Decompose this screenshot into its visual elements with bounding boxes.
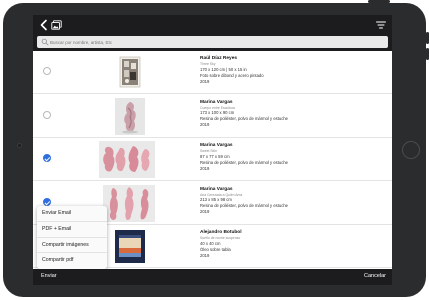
search-input[interactable] (50, 36, 380, 48)
artwork-thumbnail (115, 97, 145, 135)
cancel-button[interactable]: Cancelar (364, 273, 386, 279)
artwork-thumbnail (119, 56, 141, 88)
share-option-pdf-email[interactable]: PDF + Email (37, 222, 107, 238)
artwork-year: 2019 (200, 209, 210, 214)
share-menu: Enviar Email PDF + Email Compartir imáge… (37, 206, 107, 269)
top-hardware-button (368, 0, 390, 3)
share-option-send-email[interactable]: Enviar Email (37, 206, 107, 222)
artwork-info: Raúl Díaz Reyes Three Sky 170 x 120 cm |… (200, 56, 385, 85)
artwork-row[interactable]: Marina Vargas Sweet Skin 87 x 77 x 59 cm… (33, 138, 392, 181)
artwork-year: 2019 (200, 252, 210, 258)
artwork-thumbnail (99, 141, 155, 178)
send-button[interactable]: Enviar (41, 273, 57, 279)
artwork-info: Marina Vargas Ana Cerezada a Quién Ama 2… (200, 187, 385, 216)
back-chevron-icon[interactable] (39, 19, 49, 31)
select-checkbox-checked[interactable] (43, 197, 51, 206)
artwork-info: Alejandro Botubol Sueño de noche suspens… (200, 230, 385, 259)
artwork-info: Marina Vargas Sweet Skin 87 x 77 x 59 cm… (200, 143, 385, 172)
artwork-row[interactable]: Raúl Díaz Reyes Three Sky 170 x 120 cm |… (33, 51, 392, 94)
share-option-share-images[interactable]: Compartir imágenes (37, 238, 107, 254)
bottom-toolbar: Enviar Cancelar (33, 269, 392, 285)
gallery-icon[interactable] (51, 20, 62, 30)
select-checkbox-checked[interactable] (43, 154, 51, 162)
artwork-year: 2019 (200, 78, 210, 84)
select-checkbox[interactable] (43, 67, 51, 75)
top-toolbar (33, 15, 392, 35)
search-icon (41, 38, 49, 46)
artwork-thumbnail (103, 184, 155, 222)
filter-icon[interactable] (376, 21, 386, 29)
artwork-info: Marina Vargas Cuerpo entre Escultura 173… (200, 100, 385, 129)
artwork-row[interactable]: Marina Vargas Cuerpo entre Escultura 173… (33, 94, 392, 138)
camera (17, 143, 22, 148)
search-bar[interactable] (37, 36, 388, 48)
select-checkbox[interactable] (43, 110, 51, 119)
share-option-share-pdf[interactable]: Compartir pdf (37, 253, 107, 269)
artwork-year: 2019 (200, 122, 210, 127)
home-button[interactable] (402, 141, 420, 159)
artwork-thumbnail (115, 230, 145, 263)
artwork-year: 2019 (200, 165, 210, 171)
app-screen: Raúl Díaz Reyes Three Sky 170 x 120 cm |… (33, 15, 392, 285)
